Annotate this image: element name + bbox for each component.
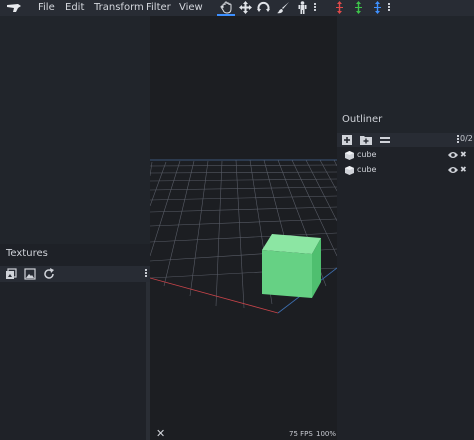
eye-icon[interactable] <box>448 166 458 174</box>
menu-view[interactable]: View <box>179 2 203 13</box>
image-icon[interactable] <box>24 268 36 280</box>
menu-filter[interactable]: Filter <box>146 2 171 13</box>
outliner-toolbar <box>337 133 474 147</box>
eye-icon[interactable] <box>448 151 458 159</box>
rotate-icon[interactable] <box>257 1 270 14</box>
cube-icon <box>345 166 354 175</box>
menu-edit[interactable]: Edit <box>65 2 84 13</box>
add-cube-icon[interactable] <box>341 134 353 146</box>
zoom-readout: 100% <box>316 430 337 438</box>
add-group-icon[interactable] <box>360 134 372 146</box>
outliner-item-name: cube <box>357 150 377 159</box>
paint-brush-icon[interactable] <box>277 1 290 14</box>
move-hand-icon[interactable] <box>220 1 233 14</box>
app-logo-icon[interactable] <box>6 3 22 13</box>
cube-icon <box>345 151 354 160</box>
menu-file[interactable]: File <box>38 2 55 13</box>
fps-readout: 75 FPS <box>289 430 313 438</box>
figure-icon[interactable] <box>296 1 309 14</box>
textures-toolbar <box>0 266 150 282</box>
outliner-item[interactable]: cube ✖ <box>345 149 470 162</box>
tools-more-icon[interactable] <box>314 3 317 13</box>
import-texture-icon[interactable] <box>5 268 17 280</box>
outliner-item[interactable]: cube ✖ <box>345 164 470 177</box>
collapse-icon[interactable] <box>379 134 391 146</box>
textures-more-icon[interactable] <box>145 269 148 279</box>
translate-icon[interactable] <box>239 1 252 14</box>
lock-toggle-icon[interactable]: ✖ <box>460 165 467 174</box>
left-upper-panel <box>0 16 150 244</box>
textures-title: Textures <box>6 248 48 259</box>
move-y-icon[interactable] <box>352 1 365 14</box>
lock-toggle-icon[interactable]: ✖ <box>460 150 467 159</box>
menu-transform[interactable]: Transform <box>94 2 144 13</box>
outliner-list <box>337 147 474 440</box>
cube-mesh[interactable] <box>262 234 321 298</box>
close-icon[interactable]: ✕ <box>156 427 165 440</box>
outliner-item-name: cube <box>357 165 377 174</box>
outliner-title: Outliner <box>342 114 383 125</box>
textures-list <box>0 282 146 440</box>
grid-scene[interactable] <box>150 16 337 440</box>
menu-bar: File Edit Transform Filter View <box>0 0 474 16</box>
axis-more-icon[interactable] <box>388 3 391 13</box>
refresh-icon[interactable] <box>43 268 55 280</box>
move-z-icon[interactable] <box>371 1 384 14</box>
outliner-count: 0/2 <box>460 134 473 143</box>
viewport-3d[interactable] <box>150 16 337 440</box>
move-x-icon[interactable] <box>333 1 346 14</box>
